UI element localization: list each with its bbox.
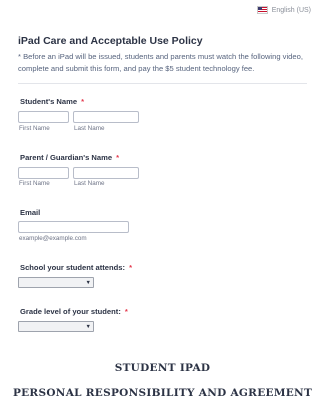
guardian-last-name-sublabel: Last Name [74, 180, 105, 187]
email-sublabel: example@example.com [19, 235, 87, 242]
student-name-label: Student's Name * [20, 97, 85, 106]
required-mark: * [81, 97, 85, 106]
guardian-first-name-input[interactable] [18, 167, 69, 179]
section-heading-student-ipad: STUDENT IPAD [114, 362, 211, 374]
student-last-name-input[interactable] [73, 111, 139, 123]
student-last-name-sublabel: Last Name [74, 125, 105, 132]
form-title: iPad Care and Acceptable Use Policy [18, 35, 203, 47]
required-mark: * [129, 263, 133, 272]
chevron-down-icon: ▼ [85, 280, 91, 286]
school-label: School your student attends: * [20, 263, 133, 272]
student-first-name-input[interactable] [18, 111, 69, 123]
guardian-name-label: Parent / Guardian's Name * [20, 153, 120, 162]
required-mark: * [116, 153, 120, 162]
guardian-last-name-input[interactable] [73, 167, 139, 179]
form-subtitle: * Before an iPad will be issued, student… [18, 52, 303, 73]
grade-select[interactable]: ▼ [18, 321, 94, 332]
guardian-first-name-sublabel: First Name [19, 180, 50, 187]
required-mark: * [124, 307, 128, 316]
language-selector[interactable]: English (US) [256, 6, 311, 14]
chevron-down-icon: ▼ [85, 324, 91, 330]
email-field[interactable] [18, 221, 129, 233]
grade-label: Grade level of your student: * [20, 307, 128, 316]
header-divider [18, 83, 307, 84]
form-header: iPad Care and Acceptable Use Policy * Be… [18, 35, 310, 75]
email-label: Email [20, 208, 41, 217]
us-flag-icon [256, 6, 268, 14]
student-first-name-sublabel: First Name [19, 125, 50, 132]
section-heading-agreement: PERSONAL RESPONSIBILITY AND AGREEMENT [12, 387, 313, 399]
language-label: English (US) [271, 6, 311, 14]
school-select[interactable]: ▼ [18, 277, 94, 288]
